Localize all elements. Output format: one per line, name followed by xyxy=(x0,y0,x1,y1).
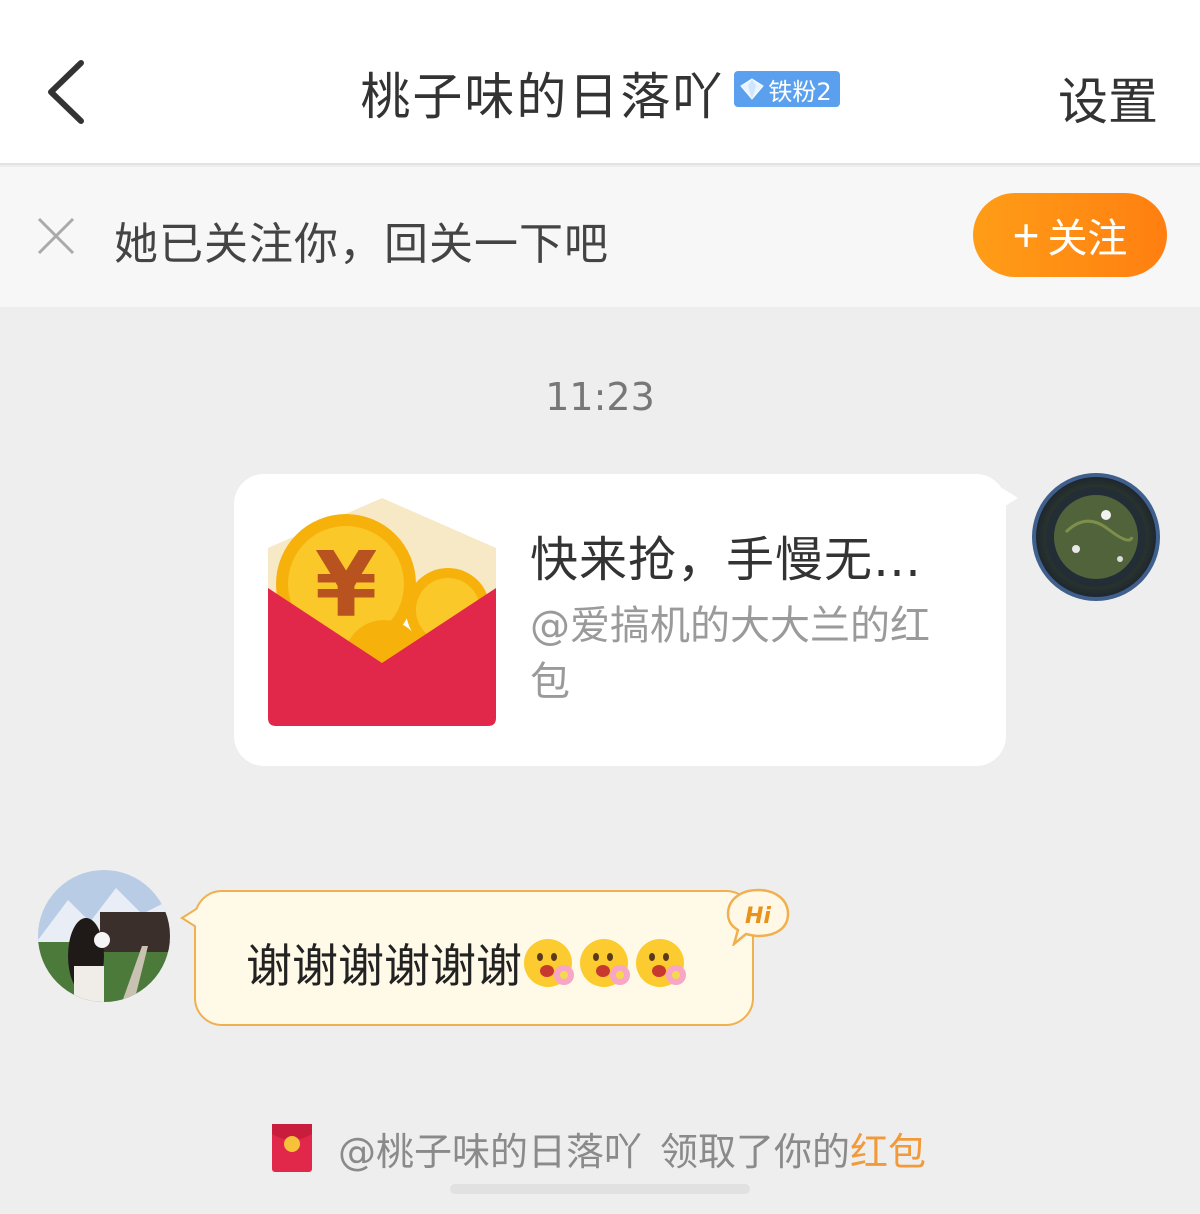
red-packet-link[interactable]: 红包 xyxy=(850,1121,926,1176)
close-banner-button[interactable] xyxy=(36,216,76,256)
settings-button[interactable]: 设置 xyxy=(1058,62,1158,134)
message-timestamp: 11:23 xyxy=(545,375,655,419)
my-avatar[interactable] xyxy=(1032,473,1160,601)
follow-button-label: 关注 xyxy=(1047,217,1128,261)
top-nav-bar: 桃子味的日落吖 铁粉2 设置 xyxy=(0,0,1200,165)
plus-icon: + xyxy=(1012,209,1040,261)
follow-button[interactable]: + 关注 xyxy=(973,193,1167,277)
fan-level-badge: 铁粉2 xyxy=(734,71,840,107)
notice-verb: 领取了你的 xyxy=(660,1129,851,1174)
fan-badge-label: 铁粉2 xyxy=(768,77,832,106)
shy-flower-emoji-icon xyxy=(524,939,574,987)
follow-back-text: 她已关注你，回关一下吧 xyxy=(114,219,609,270)
reply-message-text: 谢谢谢谢谢谢 xyxy=(246,939,522,993)
hi-sticker-label: Hi xyxy=(745,904,771,929)
notice-mention[interactable]: @桃子味的日落吖 xyxy=(338,1121,642,1176)
red-packet-subtitle: @爱搞机的大大兰的红包 xyxy=(530,603,930,705)
diamond-icon xyxy=(740,78,765,100)
red-packet-icon: ¥ xyxy=(268,498,496,726)
chat-title-area: 桃子味的日落吖 铁粉2 xyxy=(0,58,1200,128)
reply-message-bubble[interactable]: 谢谢谢谢谢谢 xyxy=(180,890,754,1026)
close-icon xyxy=(37,217,75,255)
shy-flower-emoji-icon xyxy=(636,939,686,987)
red-packet-claimed-notice: @桃子味的日落吖 领取了你的 红包 xyxy=(272,1124,926,1174)
avatar-image xyxy=(38,870,170,1002)
shy-flower-emoji-icon xyxy=(580,939,630,987)
svg-text:¥: ¥ xyxy=(315,533,378,638)
red-packet-message[interactable]: ¥ 快来抢，手慢无… @爱搞机的大大兰的红包 xyxy=(234,474,1018,766)
red-packet-title: 快来抢，手慢无… xyxy=(530,532,923,588)
chat-title: 桃子味的日落吖 xyxy=(360,68,725,126)
avatar-image xyxy=(1046,487,1146,587)
contact-avatar[interactable] xyxy=(38,870,170,1002)
red-packet-small-icon xyxy=(272,1124,312,1172)
home-indicator xyxy=(450,1184,750,1194)
reply-message: 谢谢谢谢谢谢 xyxy=(246,930,690,996)
hi-sticker-icon: Hi xyxy=(726,888,790,946)
